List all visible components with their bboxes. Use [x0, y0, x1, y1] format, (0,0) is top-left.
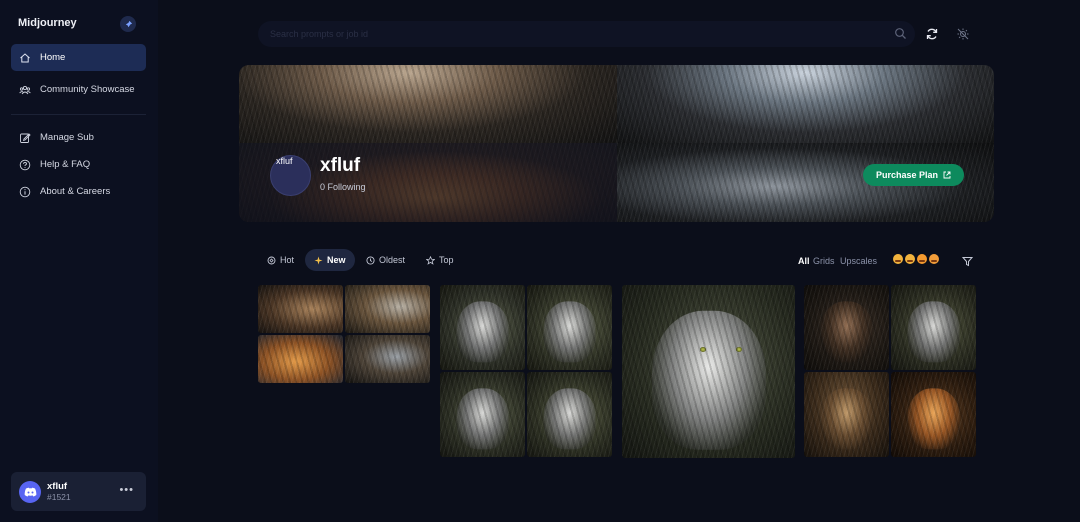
filter-hot[interactable]: Hot [258, 249, 303, 271]
gallery-image[interactable] [440, 285, 525, 370]
filter-label: Hot [280, 255, 295, 265]
edit-icon [20, 132, 31, 143]
search-bar [258, 21, 915, 47]
sparkle-icon [314, 256, 323, 264]
following-count[interactable]: 0 Following [320, 182, 366, 192]
nav-community-showcase[interactable]: Community Showcase [11, 76, 146, 103]
user-name: xfluf [47, 480, 68, 492]
user-tag: #1521 [47, 491, 71, 502]
nav-label: Community Showcase [40, 84, 135, 95]
gallery-image[interactable] [527, 285, 612, 370]
gallery-image[interactable] [258, 335, 343, 383]
emoji-icon[interactable] [917, 254, 927, 264]
community-icon [19, 85, 31, 94]
profile-banner [239, 65, 994, 222]
home-icon [20, 52, 30, 62]
user-card[interactable]: xfluf #1521 ••• [11, 472, 146, 511]
discord-icon [19, 480, 41, 503]
sidebar-divider [11, 114, 146, 115]
nav-about-careers[interactable]: About & Careers [11, 178, 146, 205]
view-upscales[interactable]: Upscales [840, 256, 877, 266]
clock-icon [366, 255, 375, 265]
purchase-label: Purchase Plan [875, 170, 939, 180]
gallery-image[interactable] [804, 285, 889, 370]
gallery-image[interactable] [440, 372, 525, 457]
view-grids[interactable]: Grids [813, 256, 835, 266]
banner-image [617, 65, 994, 143]
nav-home[interactable]: Home [11, 44, 146, 71]
external-link-icon [943, 171, 951, 179]
gallery-image[interactable] [345, 285, 430, 333]
view-all[interactable]: All [798, 256, 810, 266]
gallery-image[interactable] [258, 285, 343, 333]
star-icon [426, 255, 435, 265]
gallery-image-upscale[interactable] [622, 285, 795, 458]
search-input[interactable] [270, 29, 870, 39]
nav-help-faq[interactable]: Help & FAQ [11, 151, 146, 178]
gallery-image[interactable] [527, 372, 612, 457]
search-icon[interactable] [894, 27, 907, 45]
filter-label: New [327, 255, 346, 265]
purchase-plan-button[interactable]: Purchase Plan [863, 164, 964, 186]
nav-label: Home [40, 52, 66, 63]
nav-label: Manage Sub [40, 132, 94, 143]
emoji-icon[interactable] [905, 254, 915, 264]
gallery-image[interactable] [891, 372, 976, 457]
theme-toggle-icon[interactable] [954, 25, 972, 43]
gallery-image[interactable] [345, 335, 430, 383]
filter-oldest[interactable]: Oldest [357, 249, 414, 271]
brand-logo[interactable]: Midjourney [18, 17, 77, 29]
info-icon [19, 186, 31, 197]
more-options-icon[interactable]: ••• [119, 484, 134, 496]
refresh-icon[interactable] [923, 25, 941, 43]
gallery-image[interactable] [891, 285, 976, 370]
gallery-image[interactable] [804, 372, 889, 457]
emoji-icon[interactable] [929, 254, 939, 264]
emoji-icon[interactable] [893, 254, 903, 264]
nav-label: About & Careers [40, 186, 111, 197]
nav-label: Help & FAQ [40, 159, 91, 170]
filter-icon[interactable] [961, 254, 974, 272]
pin-icon[interactable] [120, 16, 136, 32]
filter-label: Oldest [379, 255, 406, 265]
reaction-filter[interactable] [893, 254, 939, 264]
nav-manage-sub[interactable]: Manage Sub [11, 124, 146, 151]
banner-image [239, 65, 617, 143]
sidebar: Midjourney Home Community Showcase Manag… [0, 0, 158, 522]
filter-top[interactable]: Top [417, 249, 463, 271]
avatar-label: xfluf [276, 156, 293, 166]
filter-new[interactable]: New [305, 249, 355, 271]
help-icon [19, 159, 31, 170]
filter-label: Top [439, 255, 454, 265]
hot-icon [267, 256, 276, 264]
profile-name: xfluf [320, 155, 361, 176]
